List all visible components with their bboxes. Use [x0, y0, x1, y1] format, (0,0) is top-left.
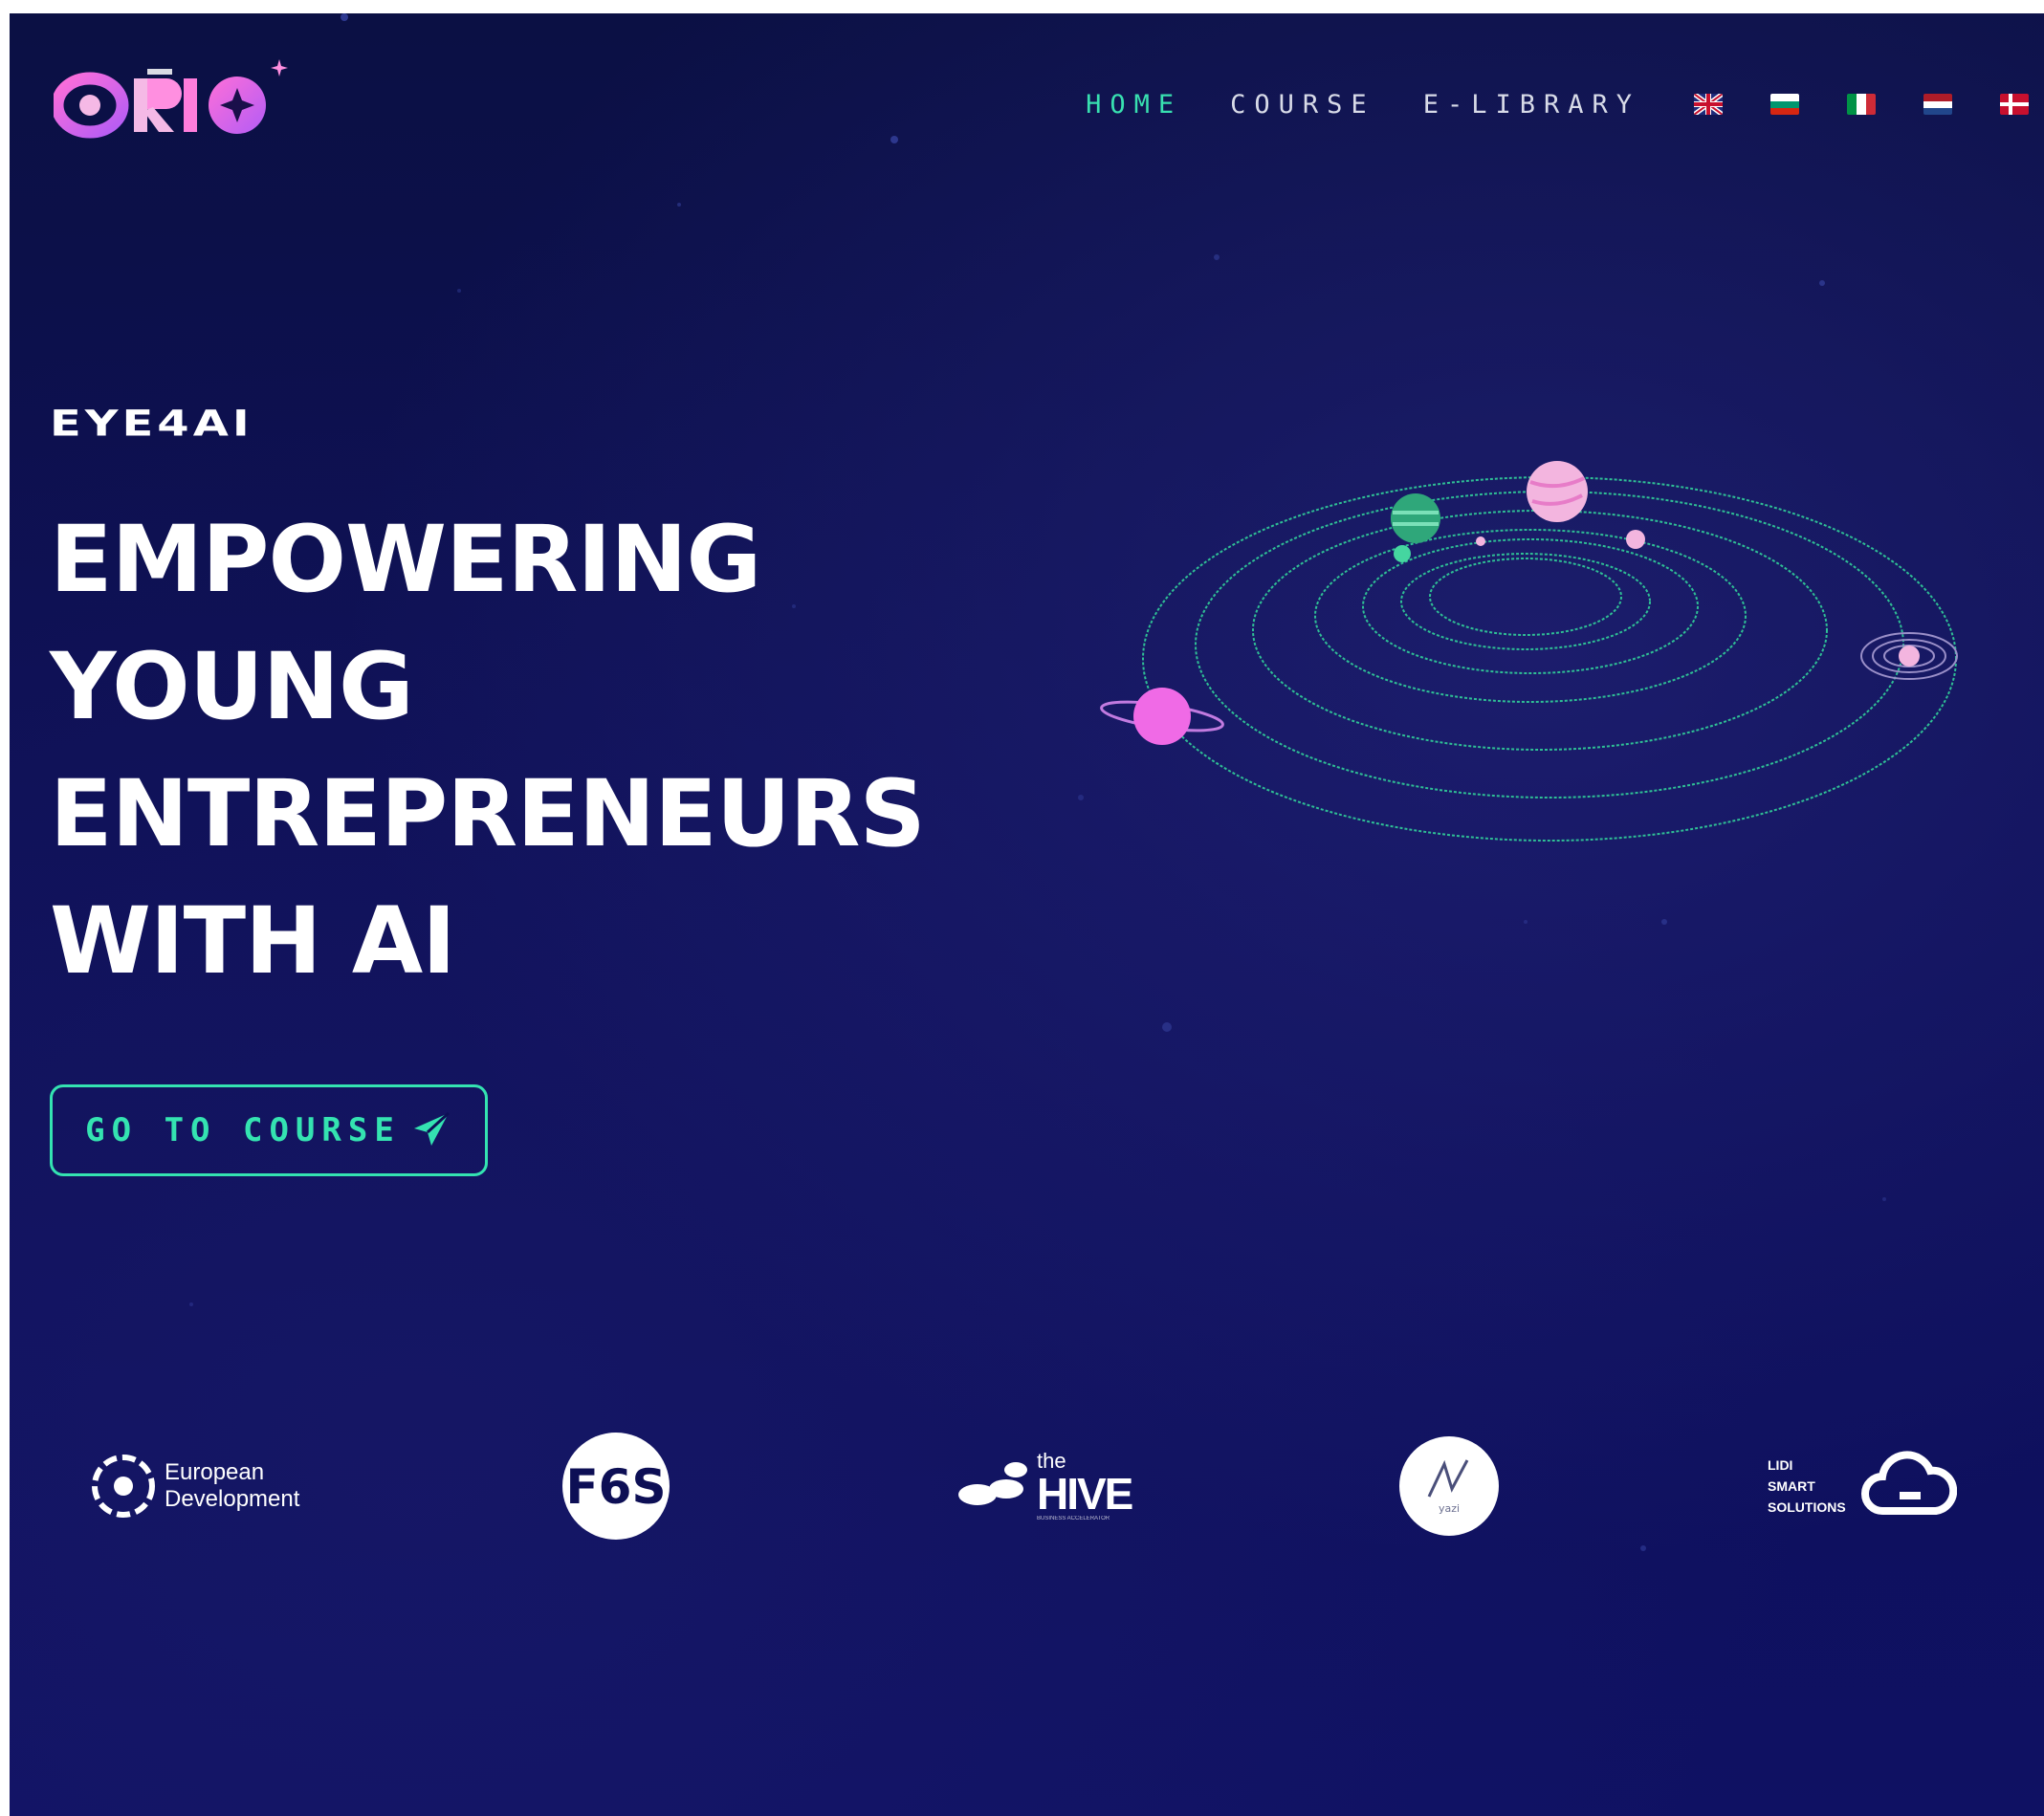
f6s-logo: F6S [562, 1433, 670, 1540]
partner-yazi[interactable]: yazi [1396, 1424, 1502, 1548]
main-nav: HOME COURSE E-LIBRARY [1086, 80, 2044, 128]
svg-text:F6S: F6S [566, 1459, 667, 1515]
hive-hive-text: HIVE [1037, 1469, 1133, 1519]
partners-row: European Development F6S the HIVE BUSINE… [10, 1424, 2044, 1548]
orio-logo[interactable] [54, 52, 293, 147]
landing-page: HOME COURSE E-LIBRARY EYE4AI EMPOWERING … [10, 13, 2044, 1816]
flag-denmark-icon[interactable] [2000, 94, 2029, 115]
eye4ai-wordmark: EYE4AI [50, 403, 253, 444]
cta-label: GO TO COURSE [85, 1111, 401, 1149]
nav-home[interactable]: HOME [1086, 90, 1182, 120]
solar-system-illustration [1100, 461, 1958, 842]
partner-f6s[interactable]: F6S [560, 1424, 671, 1548]
headline-line-2: YOUNG [50, 633, 414, 740]
go-to-course-button[interactable]: GO TO COURSE [50, 1084, 488, 1176]
nav-course[interactable]: COURSE [1230, 90, 1375, 120]
language-switcher [1694, 94, 2044, 115]
partner-lidi-smart-solutions[interactable]: LIDI SMART SOLUTIONS [1768, 1424, 1957, 1548]
partner-european-development[interactable]: European Development [90, 1424, 299, 1548]
headline-line-1: EMPOWERING [50, 506, 761, 613]
partner-the-hive[interactable]: the HIVE BUSINESS ACCELERATOR [956, 1424, 1133, 1548]
svg-text:yazi: yazi [1439, 1502, 1460, 1515]
headline-line-3: ENTREPRENEURS [50, 760, 926, 867]
european-development-logo-icon [92, 1455, 155, 1518]
hive-bee-icon [958, 1462, 1027, 1505]
nav-e-library[interactable]: E-LIBRARY [1423, 90, 1640, 120]
hive-tagline: BUSINESS ACCELERATOR [1037, 1516, 1110, 1521]
lidi-line-3: SOLUTIONS [1768, 1499, 1846, 1515]
cloud-logo-icon [1860, 1451, 1957, 1515]
svg-text:EYE4AI: EYE4AI [50, 403, 253, 444]
flag-bulgaria-icon[interactable] [1770, 94, 1799, 115]
partner-ed-line-2: Development [165, 1486, 300, 1512]
partner-ed-line-1: European [165, 1459, 265, 1485]
flag-uk-icon[interactable] [1694, 94, 1723, 115]
paper-plane-icon [413, 1111, 450, 1146]
lidi-line-1: LIDI [1768, 1457, 1793, 1473]
headline-line-4: WITH AI [50, 887, 456, 995]
flag-italy-icon[interactable] [1847, 94, 1876, 115]
lidi-line-2: SMART [1768, 1478, 1815, 1494]
yazi-logo: yazi [1399, 1436, 1499, 1536]
hero-headline: EMPOWERING YOUNG ENTREPRENEURS WITH AI [50, 496, 926, 1005]
flag-netherlands-icon[interactable] [1923, 94, 1952, 115]
